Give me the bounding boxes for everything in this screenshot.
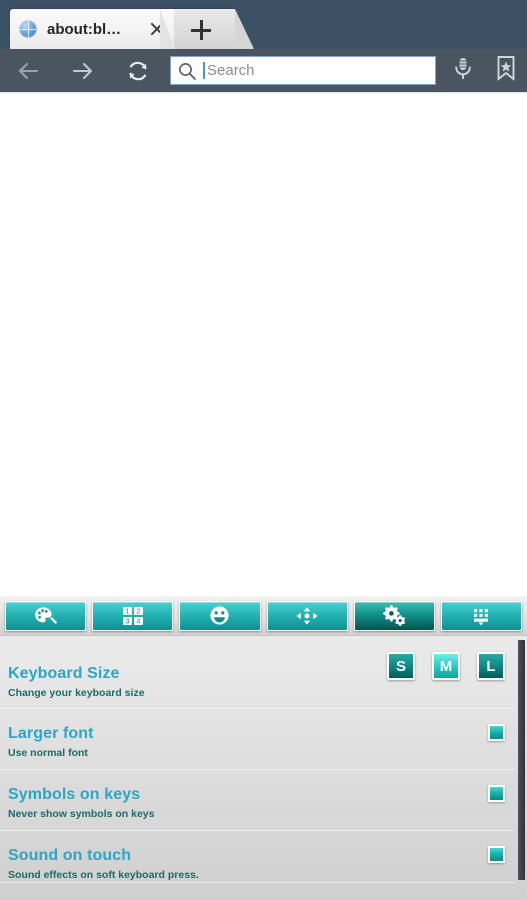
web-page-content: [0, 92, 527, 596]
toggle-symbols-on-keys[interactable]: [488, 785, 505, 802]
size-option-m[interactable]: M: [432, 652, 460, 680]
keyboard-size-options: S M L: [387, 652, 505, 680]
setting-subtitle: Change your keyboard size: [8, 687, 145, 699]
toggle-larger-font[interactable]: [488, 724, 505, 741]
arrow-keys-key[interactable]: [266, 600, 348, 631]
globe-icon: [19, 20, 37, 38]
settings-key[interactable]: [353, 600, 435, 631]
address-placeholder: Search: [207, 62, 255, 79]
plus-icon: [191, 20, 211, 40]
settings-scrollbar-thumb[interactable]: [518, 640, 525, 880]
setting-sound-on-touch[interactable]: Sound on touch Sound effects on soft key…: [0, 838, 515, 882]
svg-text:1: 1: [125, 608, 129, 615]
size-option-s[interactable]: S: [387, 652, 415, 680]
emoji-key[interactable]: [179, 600, 261, 631]
setting-title: Sound on touch: [8, 847, 132, 864]
theme-palette-icon: [34, 606, 58, 626]
forward-button[interactable]: [55, 49, 110, 92]
settings-gears-icon: [382, 604, 407, 627]
keyboard-toolbar: 1 2 3 4: [0, 596, 527, 636]
browser-tab[interactable]: about:bl…: [10, 9, 195, 49]
keyboard-key[interactable]: [440, 600, 523, 631]
screen: about:bl… Search 1 2 3 4 Keyboard Size C…: [0, 0, 527, 900]
microphone-icon: [452, 56, 474, 85]
setting-subtitle: Sound effects on soft keyboard press.: [8, 869, 199, 881]
reload-button[interactable]: [110, 49, 165, 92]
tab-title: about:bl…: [47, 20, 122, 38]
arrow-keys-icon: [295, 606, 319, 626]
reload-icon: [126, 59, 150, 83]
setting-symbols-on-keys[interactable]: Symbols on keys Never show symbols on ke…: [0, 777, 515, 821]
divider: [0, 882, 515, 883]
settings-scrollbar-track[interactable]: [515, 636, 527, 900]
search-icon: [177, 61, 197, 81]
bookmark-button[interactable]: [484, 49, 527, 92]
setting-subtitle: Use normal font: [8, 747, 88, 759]
new-tab-button[interactable]: [160, 9, 254, 49]
size-option-l[interactable]: L: [477, 652, 505, 680]
divider: [0, 769, 515, 770]
back-arrow-icon: [15, 58, 41, 84]
browser-toolbar: Search: [0, 49, 527, 92]
bookmark-star-icon: [495, 55, 517, 86]
setting-larger-font[interactable]: Larger font Use normal font: [0, 716, 515, 760]
emoji-smiley-icon: [209, 605, 230, 626]
keyboard-settings-panel: 1 2 3 4 Keyboard Size Change your keyboa…: [0, 596, 527, 900]
theme-palette-key[interactable]: [5, 600, 87, 631]
forward-arrow-icon: [70, 58, 96, 84]
setting-subtitle: Never show symbols on keys: [8, 808, 155, 820]
svg-text:3: 3: [125, 618, 129, 625]
svg-text:4: 4: [136, 618, 140, 625]
back-button[interactable]: [0, 49, 55, 92]
setting-title: Larger font: [8, 725, 94, 742]
address-bar[interactable]: Search: [170, 56, 436, 85]
keyboard-icon: [469, 606, 493, 626]
text-cursor: [203, 62, 205, 79]
divider: [0, 708, 515, 709]
numeric-keypad-key[interactable]: 1 2 3 4: [92, 600, 174, 631]
setting-title: Symbols on keys: [8, 786, 141, 803]
browser-tab-strip: about:bl…: [0, 0, 527, 49]
toggle-sound-on-touch[interactable]: [488, 846, 505, 863]
divider: [0, 830, 515, 831]
numeric-keypad-icon: 1 2 3 4: [121, 605, 145, 627]
voice-search-button[interactable]: [441, 49, 484, 92]
svg-text:2: 2: [136, 608, 140, 615]
